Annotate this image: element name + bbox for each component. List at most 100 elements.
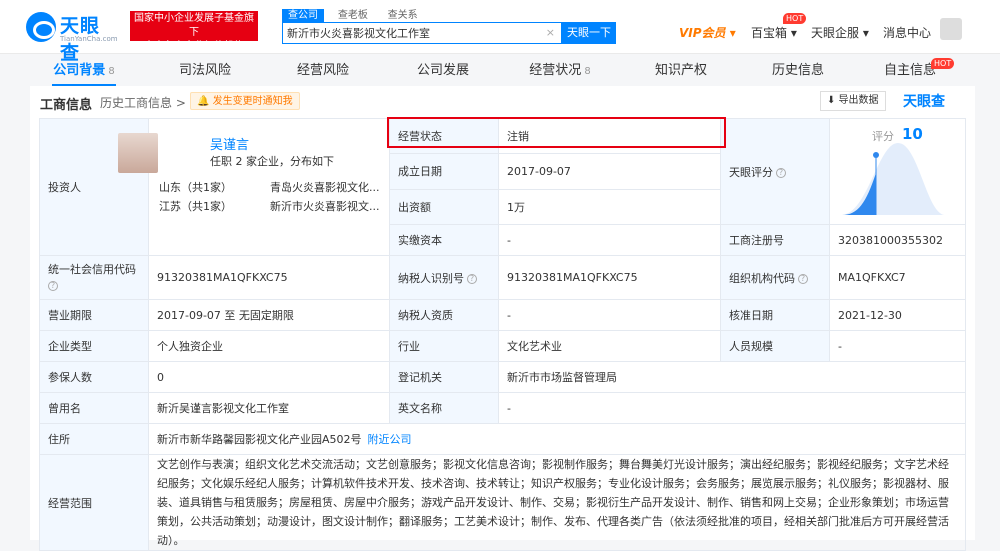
tax-id-value: 91320381MA1QFKXC75 <box>498 255 721 300</box>
industry-label: 行业 <box>389 330 499 362</box>
logo[interactable]: 天眼查 TianYanCha.com <box>26 10 118 64</box>
address-label: 住所 <box>39 423 149 455</box>
approval-date-value: 2021-12-30 <box>829 299 966 331</box>
notify-button[interactable]: 🔔 发生变更时通知我 <box>190 92 300 110</box>
tab-operation-risk[interactable]: 经营风险 <box>288 60 358 86</box>
tab-label: 公司背景 <box>53 63 106 78</box>
tab-self-info[interactable]: 自主信息 HOT <box>875 58 955 86</box>
address-cell: 新沂市新华路馨园影视文化产业园A502号 附近公司 <box>148 423 966 455</box>
search-box: × <box>282 22 562 44</box>
term-value: 2017-09-07 至 无固定期限 <box>148 299 390 331</box>
tax-id-label: 纳税人识别号? <box>389 255 499 300</box>
table-row: 营业期限 2017-09-07 至 无固定期限 纳税人资质 - 核准日期 202… <box>39 299 966 331</box>
tab-operation-status[interactable]: 经营状况 8 <box>525 60 595 86</box>
tab-label: 经营状况 <box>529 63 582 78</box>
help-icon[interactable]: ? <box>798 273 808 284</box>
main-tabs: 公司背景 8 司法风险 经营风险 公司发展 经营状况 8 知识产权 历史信息 自主信… <box>30 58 970 86</box>
authority-value: 新沂市市场监督管理局 <box>498 361 966 393</box>
company-type-value: 个人独资企业 <box>148 330 390 362</box>
hot-badge: HOT <box>931 58 955 69</box>
search-tab-company[interactable]: 查公司 <box>282 9 324 23</box>
table-row: 统一社会信用代码? 91320381MA1QFKXC75 纳税人识别号? 913… <box>39 255 966 300</box>
business-info-panel: 工商信息 历史工商信息 > 🔔 发生变更时通知我 ⬇ 导出数据 天眼查 投资人 … <box>30 86 975 551</box>
score-dot <box>873 152 879 158</box>
score-value: 10 <box>902 125 923 143</box>
tab-legal-risk[interactable]: 司法风险 <box>170 60 240 86</box>
status-highlight-box <box>387 117 726 148</box>
investor-region: 江苏（共1家） <box>159 200 232 213</box>
search-type-tabs: 查公司 查老板 查关系 <box>282 7 428 23</box>
tab-count: 8 <box>584 66 591 77</box>
help-icon[interactable]: ? <box>467 273 477 284</box>
investor-avatar[interactable] <box>118 133 158 173</box>
scope-label: 经营范围 <box>39 454 149 551</box>
tab-background[interactable]: 公司背景 8 <box>52 60 116 86</box>
nearby-companies-link[interactable]: 附近公司 <box>368 433 412 446</box>
qiye-label: 天眼企服 <box>811 26 860 40</box>
insured-label: 参保人数 <box>39 361 149 393</box>
former-name-label: 曾用名 <box>39 392 149 424</box>
credit-code-label-text: 统一社会信用代码 <box>48 262 136 276</box>
investor-region: 山东（共1家） <box>159 181 232 194</box>
score-label-cell: 天眼评分? <box>720 118 830 225</box>
table-row: 参保人数 0 登记机关 新沂市市场监督管理局 <box>39 361 966 393</box>
vip-label: VIP会员 <box>679 26 726 40</box>
baibao-label: 百宝箱 <box>751 26 788 40</box>
founded-label: 成立日期 <box>389 153 499 190</box>
scope-value: 文艺创作与表演；组织文化艺术交流活动；文艺创意服务；影视文化信息咨询；影视制作服… <box>148 454 966 551</box>
search-tab-relation[interactable]: 查关系 <box>382 9 424 23</box>
org-code-label: 组织机构代码? <box>720 255 830 300</box>
staff-size-label: 人员规模 <box>720 330 830 362</box>
credit-code-label: 统一社会信用代码? <box>39 255 149 300</box>
search-tab-boss[interactable]: 查老板 <box>332 9 374 23</box>
tab-label: 自主信息 <box>883 63 936 78</box>
tab-count: 8 <box>108 66 115 77</box>
table-row: 企业类型 个人独资企业 行业 文化艺术业 人员规模 - <box>39 330 966 362</box>
credit-code-value: 91320381MA1QFKXC75 <box>148 255 390 300</box>
investor-summary: 任职 2 家企业，分布如下 <box>210 155 334 168</box>
capital-label: 出资额 <box>389 188 499 226</box>
vip-link[interactable]: VIP会员 ▾ <box>679 24 736 41</box>
gov-badge: 国家中小企业发展子基金旗下 官方备案企业征信机构 <box>130 11 258 52</box>
investor-company-link[interactable]: 青岛火炎喜影视文化... <box>270 179 380 195</box>
authority-label: 登记机关 <box>389 361 499 393</box>
score-curve <box>842 143 944 215</box>
history-link[interactable]: 历史工商信息 > <box>100 94 186 111</box>
gov-line1: 国家中小企业发展子基金旗下 <box>134 13 254 38</box>
message-center-link[interactable]: 消息中心 <box>883 24 931 41</box>
tab-history[interactable]: 历史信息 <box>763 60 833 86</box>
org-code-value: MA1QFKXC7 <box>829 255 966 300</box>
export-button[interactable]: ⬇ 导出数据 <box>820 91 886 111</box>
avatar[interactable] <box>940 18 962 40</box>
chevron-down-icon: ▾ <box>862 26 869 40</box>
org-code-label-text: 组织机构代码 <box>729 271 795 285</box>
term-label: 营业期限 <box>39 299 149 331</box>
search-input[interactable] <box>283 23 538 43</box>
tab-ip[interactable]: 知识产权 <box>646 60 716 86</box>
tax-quality-value: - <box>498 299 721 331</box>
paid-capital-value: - <box>498 224 721 256</box>
address-value: 新沂市新华路馨园影视文化产业园A502号 <box>157 433 362 446</box>
search-button[interactable]: 天眼一下 <box>562 22 616 44</box>
help-icon[interactable]: ? <box>776 167 786 178</box>
eye-logo-icon <box>26 12 56 42</box>
tab-development[interactable]: 公司发展 <box>408 60 478 86</box>
capital-value: 1万 <box>498 188 721 226</box>
hot-badge: HOT <box>783 13 807 24</box>
section-title: 工商信息 <box>40 98 93 113</box>
former-name-value: 新沂吴谨言影视文化工作室 <box>148 392 390 424</box>
gov-line2: 官方备案企业征信机构 <box>144 41 244 52</box>
chevron-down-icon: ▾ <box>790 26 797 40</box>
table-row: 住所 新沂市新华路馨园影视文化产业园A502号 附近公司 <box>39 423 966 455</box>
help-icon[interactable]: ? <box>48 280 58 291</box>
chevron-down-icon: ▾ <box>729 26 736 40</box>
approval-date-label: 核准日期 <box>720 299 830 331</box>
english-name-label: 英文名称 <box>389 392 499 424</box>
investor-name[interactable]: 吴谨言 <box>210 134 249 153</box>
qiye-link[interactable]: 天眼企服 ▾ <box>811 24 869 41</box>
baibao-link[interactable]: 百宝箱 ▾ HOT <box>751 13 807 41</box>
investor-company-link[interactable]: 新沂市火炎喜影视文... <box>270 198 380 214</box>
clear-icon[interactable]: × <box>546 26 555 39</box>
tax-quality-label: 纳税人资质 <box>389 299 499 331</box>
staff-size-value: - <box>829 330 966 362</box>
